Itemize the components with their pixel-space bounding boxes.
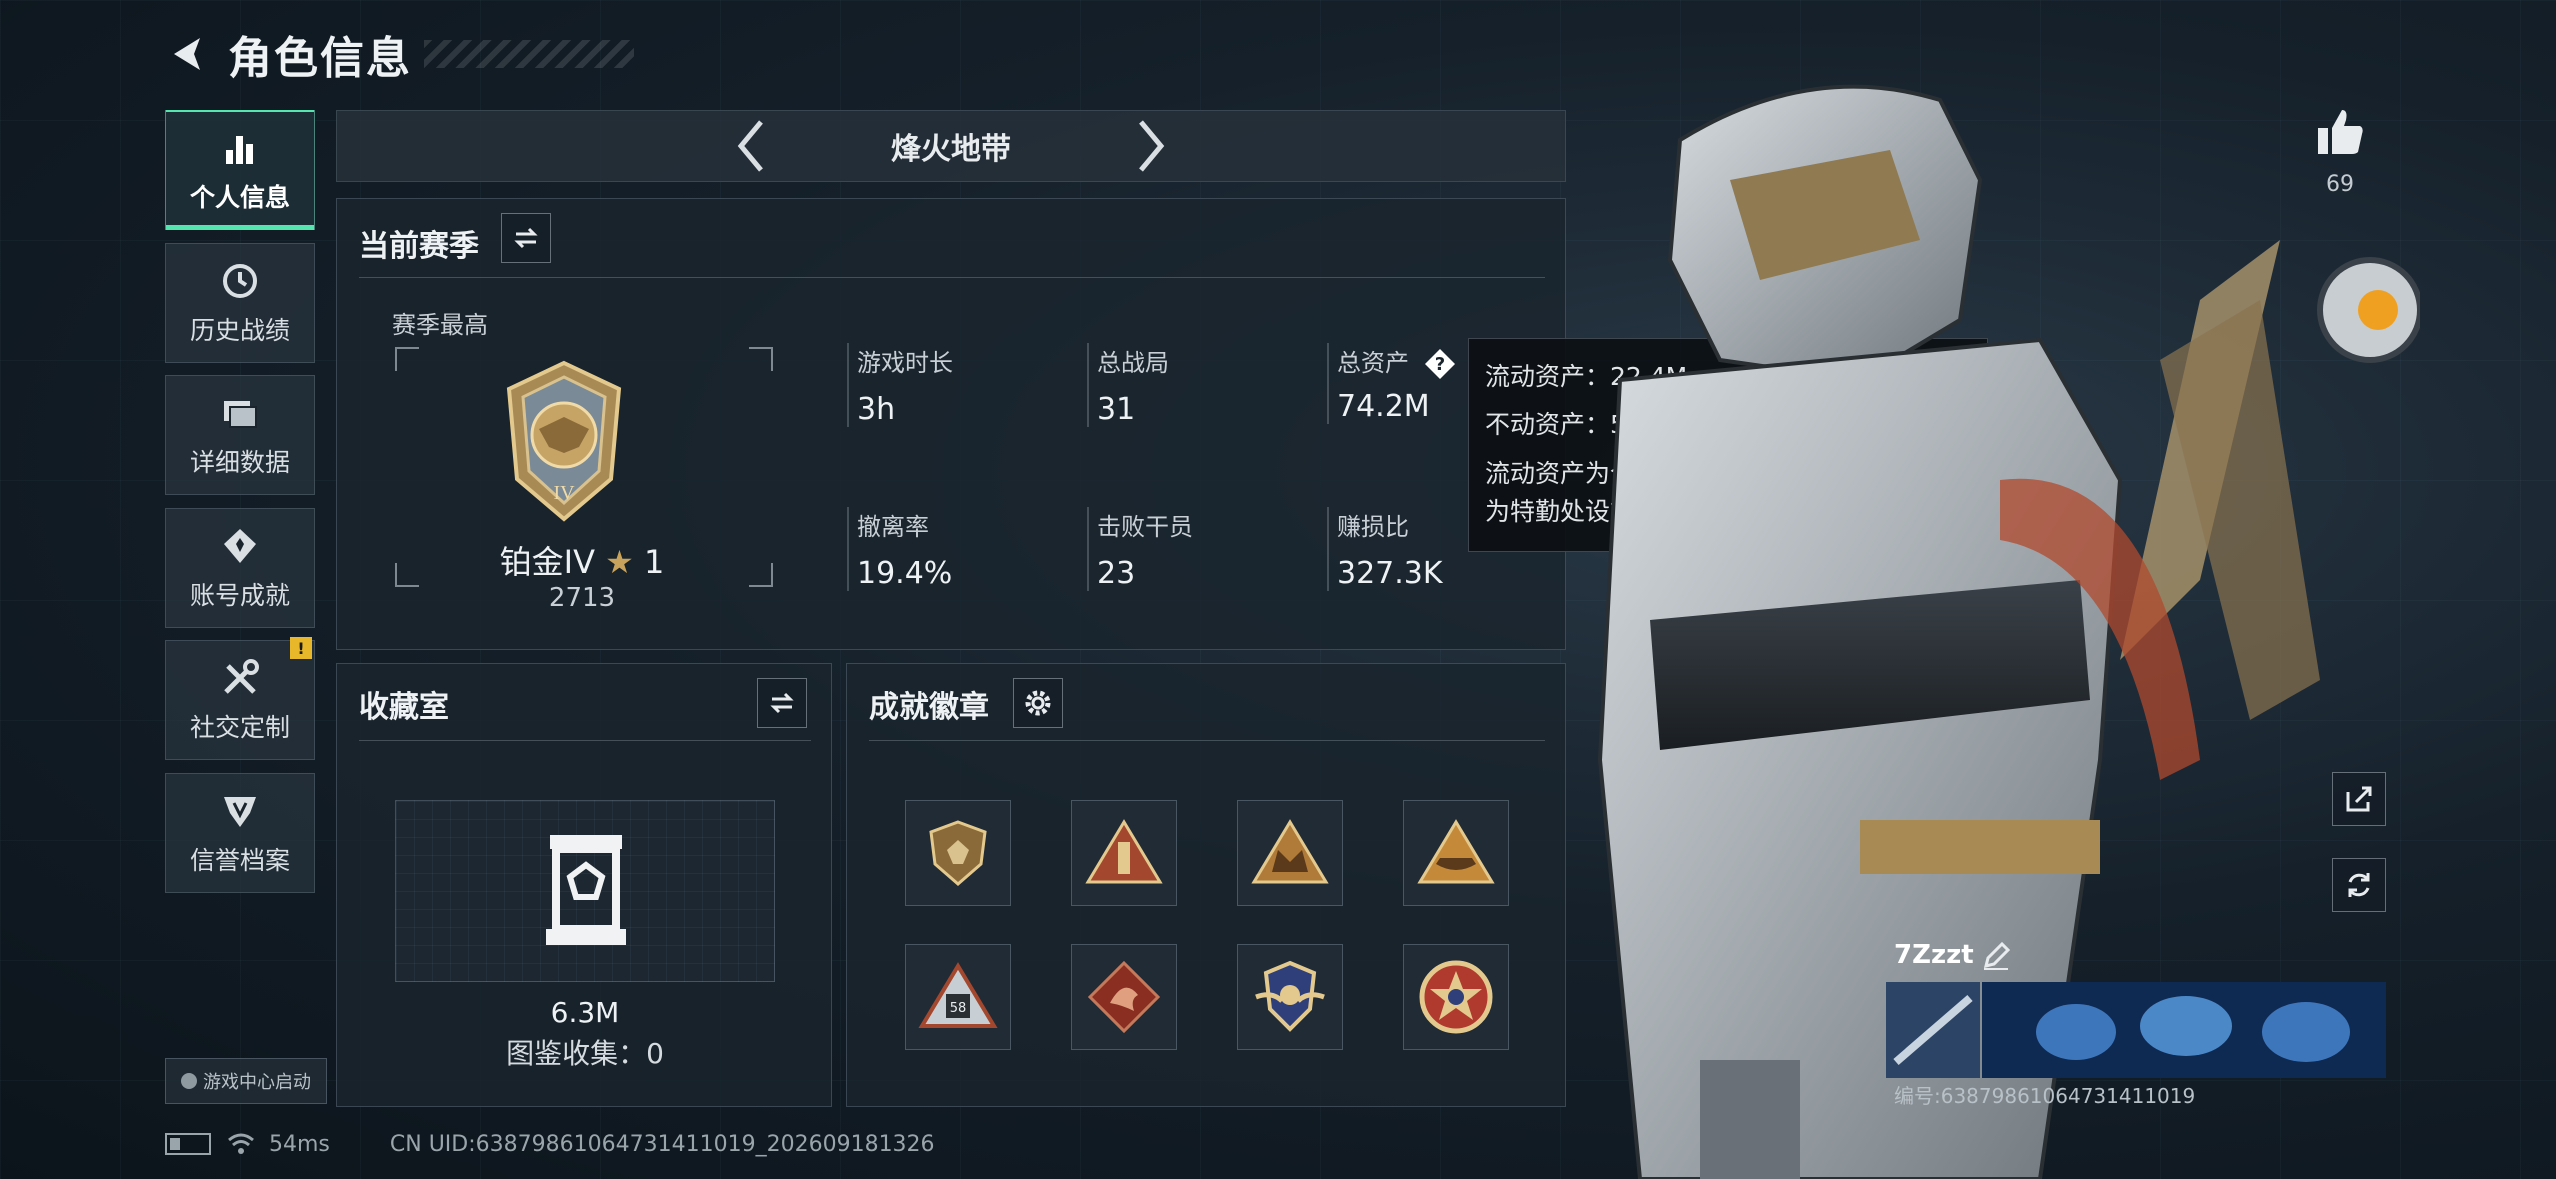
stat-total-matches: 总战局 31 [1087,343,1287,427]
sidebar-item-credit-record[interactable]: 信誉档案 [165,772,315,893]
svg-text:?: ? [1434,354,1444,375]
title-decoration [424,40,634,68]
wifi-icon [228,1133,254,1154]
tools-icon [218,656,262,700]
crown-badge-icon [1251,819,1329,884]
season-best-label: 赛季最高 [392,311,488,339]
rank-name: 铂金IV ★ 1 [499,543,665,581]
mode-name: 烽火地带 [891,132,1011,167]
collection-room-card[interactable] [395,800,775,982]
refresh-button[interactable] [2332,858,2386,912]
status-bar: 54ms CN UID:63879861064731411019_2026091… [165,1128,935,1160]
swap-icon [514,227,538,249]
divider [359,740,811,741]
sidebar-item-label: 详细数据 [189,448,290,477]
sidebar-item-label: 信誉档案 [189,845,290,875]
chevron-left-icon [737,120,763,172]
like-count: 69 [2326,172,2354,197]
thumbs-up-icon [2318,110,2363,154]
badge-slot-8[interactable] [1403,944,1509,1050]
badge-slot-5[interactable]: 58 [905,944,1011,1050]
player-card: 7Zzzt 编号:63879861064731411019 [1884,934,2386,1108]
rank-points: 2713 [548,583,616,613]
trophy-icon [218,524,262,568]
chevron-right-icon [1139,120,1165,172]
display-case-icon [546,835,626,945]
folder-icon [218,391,262,435]
uid-text: CN UID:63879861064731411019_202609181326 [389,1131,935,1157]
divider [359,277,1545,278]
sidebar-item-achievements[interactable]: 账号成就 [165,507,315,628]
share-button[interactable] [2332,772,2386,826]
number-58-badge-icon: 58 [918,962,998,1028]
launch-label: 游戏中心启动 [203,1072,311,1093]
share-icon [2346,786,2372,812]
player-id: 编号:63879861064731411019 [1894,1084,2196,1108]
back-arrow-icon [174,38,200,70]
dragon-badge-icon [1087,960,1161,1034]
bar-chart-icon [218,126,262,170]
winged-emblem-badge-icon [1255,960,1325,1032]
star-medal-badge-icon [1419,960,1493,1034]
sidebar-item-history[interactable]: 历史战绩 [165,242,315,363]
collection-title: 收藏室 [359,690,449,725]
badge-slot-7[interactable] [1237,944,1343,1050]
swap-icon [770,692,794,714]
ping-value: 54ms [269,1131,330,1157]
sidebar-item-label: 个人信息 [189,183,290,212]
edit-icon[interactable] [1980,940,2012,972]
current-season-panel: 当前赛季 赛季最高 IV 铂金IV ★ 1 2713 游戏时长 3h 总战局 3… [336,198,1566,650]
collection-room-panel: 收藏室 6.3M 图鉴收集：0 [336,663,832,1107]
mode-next-button[interactable] [1121,116,1181,176]
shield-badge-icon [929,820,987,886]
shield-icon [218,789,262,833]
clock-icon [218,259,262,303]
badge-slot-4[interactable] [1403,800,1509,906]
page-title: 角色信息 [228,33,412,84]
badge-slot-3[interactable] [1237,800,1343,906]
platinum-rank-icon: IV [506,360,622,522]
sidebar-item-social-custom[interactable]: ! 社交定制 [165,637,315,760]
tower-badge-icon [1085,819,1163,884]
sidebar-item-personal-info[interactable]: 个人信息 [165,110,315,230]
badge-slot-1[interactable] [905,800,1011,906]
help-icon[interactable]: ? [1423,347,1457,381]
sidebar: 个人信息 历史战绩 详细数据 账号成就 ! 社交定制 信誉档案 [165,110,315,905]
badge-slot-6[interactable] [1071,944,1177,1050]
refresh-icon [2348,873,2370,897]
game-center-launch-button[interactable]: 游戏中心启动 [165,1058,327,1104]
collection-count: 图鉴收集：0 [506,1037,664,1070]
season-title: 当前赛季 [359,229,479,264]
sidebar-item-detail-data[interactable]: 详细数据 [165,375,315,495]
collection-switch-button[interactable] [757,678,807,728]
page-header: 角色信息 [160,22,634,86]
collection-value: 6.3M [550,996,620,1029]
achievement-badges-panel: 成就徽章 58 [846,663,1566,1107]
divider [869,740,1545,741]
player-name: 7Zzzt [1894,940,1974,970]
badge-slot-2[interactable] [1071,800,1177,906]
sidebar-item-label: 历史战绩 [189,315,290,345]
back-button[interactable] [160,26,216,82]
star-icon: ★ [605,543,634,581]
like-button[interactable] [2312,104,2368,160]
season-switch-button[interactable] [501,213,551,263]
stat-operators-defeated: 击败干员 23 [1087,507,1287,591]
boat-badge-icon [1417,819,1495,884]
badges-settings-button[interactable] [1013,678,1063,728]
player-banner[interactable] [1886,982,2386,1078]
battery-icon [165,1133,211,1155]
stat-extraction-rate: 撤离率 19.4% [847,507,1047,591]
gear-icon [1025,690,1051,716]
svg-text:IV: IV [553,482,575,504]
sidebar-item-label: 账号成就 [189,580,290,610]
mode-prev-button[interactable] [721,116,781,176]
mode-selector: 烽火地带 [336,110,1566,182]
stat-play-time: 游戏时长 3h [847,343,1047,427]
sidebar-item-label: 社交定制 [189,713,290,742]
svg-text:58: 58 [950,1001,967,1016]
alert-badge: ! [290,637,312,659]
lock-icon [181,1073,197,1089]
badges-title: 成就徽章 [869,690,989,725]
